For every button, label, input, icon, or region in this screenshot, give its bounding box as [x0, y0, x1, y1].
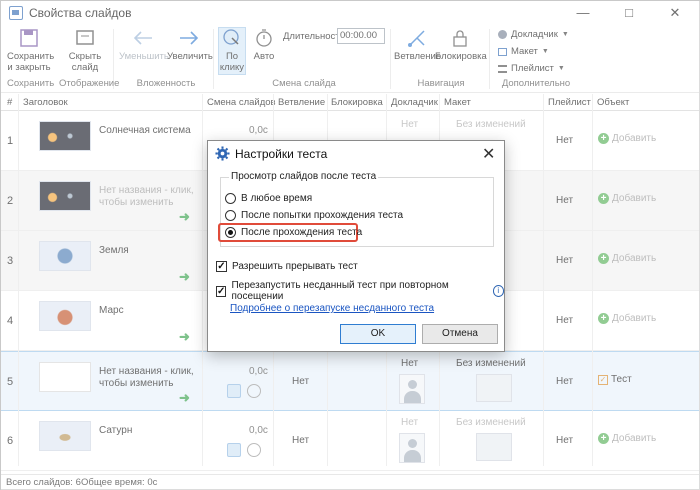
- group-label: Просмотр слайдов после теста: [229, 171, 379, 182]
- gear-icon: [215, 146, 230, 161]
- checkbox-checked: ✓: [216, 285, 227, 297]
- close-icon[interactable]: ✕: [482, 144, 495, 164]
- cancel-button[interactable]: Отмена: [422, 324, 498, 344]
- test-settings-dialog: Настройки теста ✕ Просмотр слайдов после…: [207, 140, 505, 352]
- dialog-title: Настройки теста: [235, 147, 328, 161]
- radio-anytime[interactable]: В любое время: [225, 193, 312, 204]
- radio-label: После прохождения теста: [241, 227, 363, 238]
- info-icon[interactable]: i: [492, 285, 504, 297]
- more-info-link[interactable]: Подробнее о перезапуске несданного теста: [230, 303, 434, 314]
- radio-button-selected: [225, 227, 236, 238]
- ok-button[interactable]: OK: [340, 324, 416, 344]
- radio-label: В любое время: [241, 193, 313, 204]
- dialog-title-bar: Настройки теста ✕: [208, 141, 504, 167]
- checkbox-label: Разрешить прерывать тест: [232, 261, 358, 272]
- radio-label: После попытки прохождения теста: [241, 210, 404, 221]
- checkbox-label: Перезапустить несданный тест при повторн…: [231, 280, 449, 302]
- radio-button: [225, 210, 236, 221]
- restart-unfinished-checkbox[interactable]: ✓ Перезапустить несданный тест при повтор…: [216, 280, 504, 302]
- radio-after-pass[interactable]: После прохождения теста: [225, 227, 362, 238]
- slide-properties-window: Свойства слайдов — □ ✕ Сохранить и закры…: [0, 0, 700, 490]
- radio-after-attempt[interactable]: После попытки прохождения теста: [225, 210, 403, 221]
- allow-interrupt-checkbox[interactable]: ✓ Разрешить прерывать тест: [216, 261, 358, 272]
- radio-button: [225, 193, 236, 204]
- checkbox-checked: ✓: [216, 261, 227, 272]
